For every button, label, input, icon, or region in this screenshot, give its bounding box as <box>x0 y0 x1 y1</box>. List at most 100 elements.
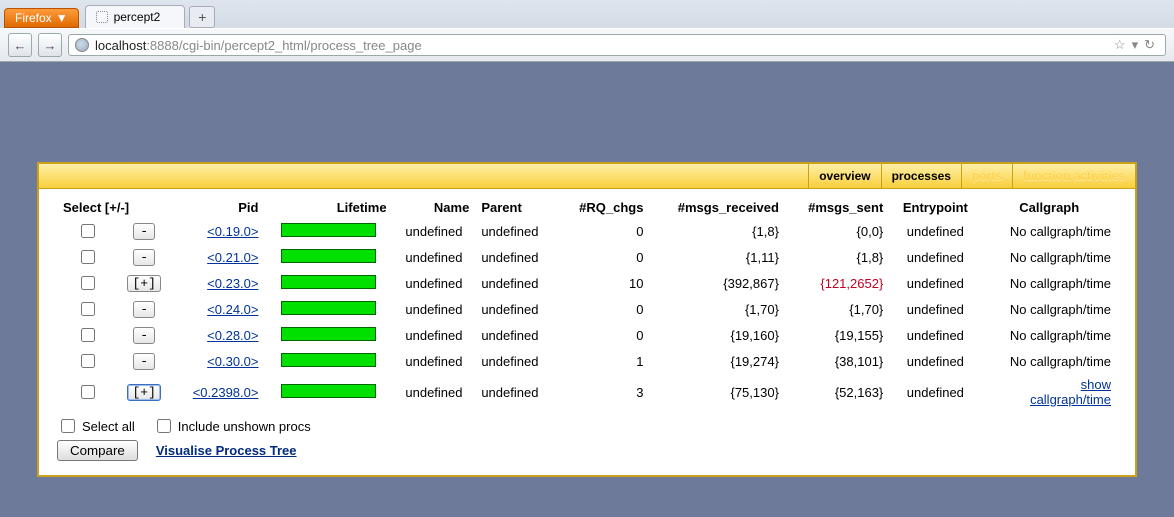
tab-title: percept2 <box>114 10 161 24</box>
nav-function-activities[interactable]: function activities <box>1012 164 1135 188</box>
cell-name: undefined <box>393 270 476 296</box>
cell-rq: 0 <box>558 218 649 244</box>
cell-entry: undefined <box>889 322 981 348</box>
row-select-checkbox[interactable] <box>81 354 95 368</box>
expand-toggle[interactable]: [+] <box>127 275 160 292</box>
cell-recv: {19,274} <box>649 348 785 374</box>
row-select-checkbox[interactable] <box>81 224 95 238</box>
table-row: [+]<0.2398.0>undefinedundefined3{75,130}… <box>57 374 1117 410</box>
pid-link[interactable]: <0.19.0> <box>207 224 258 239</box>
firefox-menu-button[interactable]: Firefox▼ <box>4 8 79 28</box>
url-dropdown-icon[interactable]: ▾ <box>1132 37 1139 53</box>
table-row: [+]<0.23.0>undefinedundefined10{392,867}… <box>57 270 1117 296</box>
pid-link[interactable]: <0.21.0> <box>207 250 258 265</box>
expand-toggle[interactable]: [+] <box>127 384 160 401</box>
top-nav: overview processes ports function activi… <box>39 164 1135 189</box>
cell-recv: {392,867} <box>649 270 785 296</box>
tab-favicon <box>96 11 108 23</box>
lifetime-bar <box>281 275 376 289</box>
col-rq: #RQ_chgs <box>558 197 649 218</box>
cell-parent: undefined <box>475 270 558 296</box>
cell-recv: {1,8} <box>649 218 785 244</box>
cell-rq: 0 <box>558 296 649 322</box>
col-recv: #msgs_received <box>649 197 785 218</box>
expand-toggle[interactable]: - <box>133 223 155 240</box>
cell-sent: {19,155} <box>785 322 889 348</box>
pid-link[interactable]: <0.2398.0> <box>193 385 259 400</box>
cell-parent: undefined <box>475 218 558 244</box>
col-pid: Pid <box>171 197 264 218</box>
globe-icon <box>75 38 89 52</box>
nav-overview[interactable]: overview <box>808 164 880 188</box>
row-select-checkbox[interactable] <box>81 328 95 342</box>
compare-button[interactable]: Compare <box>57 440 138 461</box>
table-row: -<0.24.0>undefinedundefined0{1,70}{1,70}… <box>57 296 1117 322</box>
select-all-checkbox[interactable]: Select all <box>57 416 135 436</box>
pid-link[interactable]: <0.24.0> <box>207 302 258 317</box>
table-row: -<0.19.0>undefinedundefined0{1,8}{0,0}un… <box>57 218 1117 244</box>
browser-chrome: Firefox▼ percept2 + ← → localhost:8888/c… <box>0 0 1174 62</box>
cell-callgraph: No callgraph/time <box>981 218 1117 244</box>
cell-rq: 0 <box>558 244 649 270</box>
cell-sent: {1,8} <box>785 244 889 270</box>
nav-ports[interactable]: ports <box>961 164 1012 188</box>
col-entry: Entrypoint <box>889 197 981 218</box>
url-bar[interactable]: localhost:8888/cgi-bin/percept2_html/pro… <box>68 34 1166 56</box>
pid-link[interactable]: <0.30.0> <box>207 354 258 369</box>
visualise-process-tree-link[interactable]: Visualise Process Tree <box>156 443 297 458</box>
cell-recv: {19,160} <box>649 322 785 348</box>
back-button[interactable]: ← <box>8 33 32 57</box>
new-tab-button[interactable]: + <box>189 6 215 28</box>
table-row: -<0.21.0>undefinedundefined0{1,11}{1,8}u… <box>57 244 1117 270</box>
cell-callgraph: No callgraph/time <box>981 322 1117 348</box>
cell-name: undefined <box>393 296 476 322</box>
row-select-checkbox[interactable] <box>81 302 95 316</box>
row-select-checkbox[interactable] <box>81 385 95 399</box>
cell-entry: undefined <box>889 218 981 244</box>
cell-entry: undefined <box>889 296 981 322</box>
cell-name: undefined <box>393 322 476 348</box>
lifetime-bar <box>281 301 376 315</box>
cell-rq: 3 <box>558 374 649 410</box>
expand-toggle[interactable]: - <box>133 249 155 266</box>
include-unshown-checkbox[interactable]: Include unshown procs <box>153 416 311 436</box>
cell-name: undefined <box>393 244 476 270</box>
table-row: -<0.28.0>undefinedundefined0{19,160}{19,… <box>57 322 1117 348</box>
cell-sent: {121,2652} <box>785 270 889 296</box>
cell-recv: {1,70} <box>649 296 785 322</box>
pid-link[interactable]: <0.28.0> <box>207 328 258 343</box>
url-host: localhost <box>95 38 146 53</box>
callgraph-link[interactable]: show callgraph/time <box>1030 377 1111 407</box>
col-select: Select [+/-] <box>57 197 171 218</box>
cell-callgraph: No callgraph/time <box>981 244 1117 270</box>
row-select-checkbox[interactable] <box>81 276 95 290</box>
bookmark-star-icon[interactable]: ☆ <box>1114 37 1126 53</box>
cell-sent: {0,0} <box>785 218 889 244</box>
lifetime-bar <box>281 223 376 237</box>
cell-name: undefined <box>393 218 476 244</box>
expand-toggle[interactable]: - <box>133 353 155 370</box>
lifetime-bar <box>281 384 376 398</box>
lifetime-bar <box>281 249 376 263</box>
cell-sent: {1,70} <box>785 296 889 322</box>
nav-processes[interactable]: processes <box>881 164 961 188</box>
reload-icon[interactable]: ↻ <box>1144 37 1155 53</box>
cell-recv: {1,11} <box>649 244 785 270</box>
expand-toggle[interactable]: - <box>133 301 155 318</box>
cell-callgraph: No callgraph/time <box>981 348 1117 374</box>
cell-sent: {52,163} <box>785 374 889 410</box>
col-parent: Parent <box>475 197 558 218</box>
process-table: Select [+/-] Pid Lifetime Name Parent #R… <box>57 197 1117 410</box>
expand-toggle[interactable]: - <box>133 327 155 344</box>
col-cg: Callgraph <box>981 197 1117 218</box>
cell-callgraph[interactable]: show callgraph/time <box>981 374 1117 410</box>
pid-link[interactable]: <0.23.0> <box>207 276 258 291</box>
forward-button[interactable]: → <box>38 33 62 57</box>
table-row: -<0.30.0>undefinedundefined1{19,274}{38,… <box>57 348 1117 374</box>
chevron-down-icon: ▼ <box>56 11 68 25</box>
cell-entry: undefined <box>889 244 981 270</box>
browser-tab[interactable]: percept2 <box>85 5 186 28</box>
cell-callgraph: No callgraph/time <box>981 270 1117 296</box>
row-select-checkbox[interactable] <box>81 250 95 264</box>
col-name: Name <box>393 197 476 218</box>
